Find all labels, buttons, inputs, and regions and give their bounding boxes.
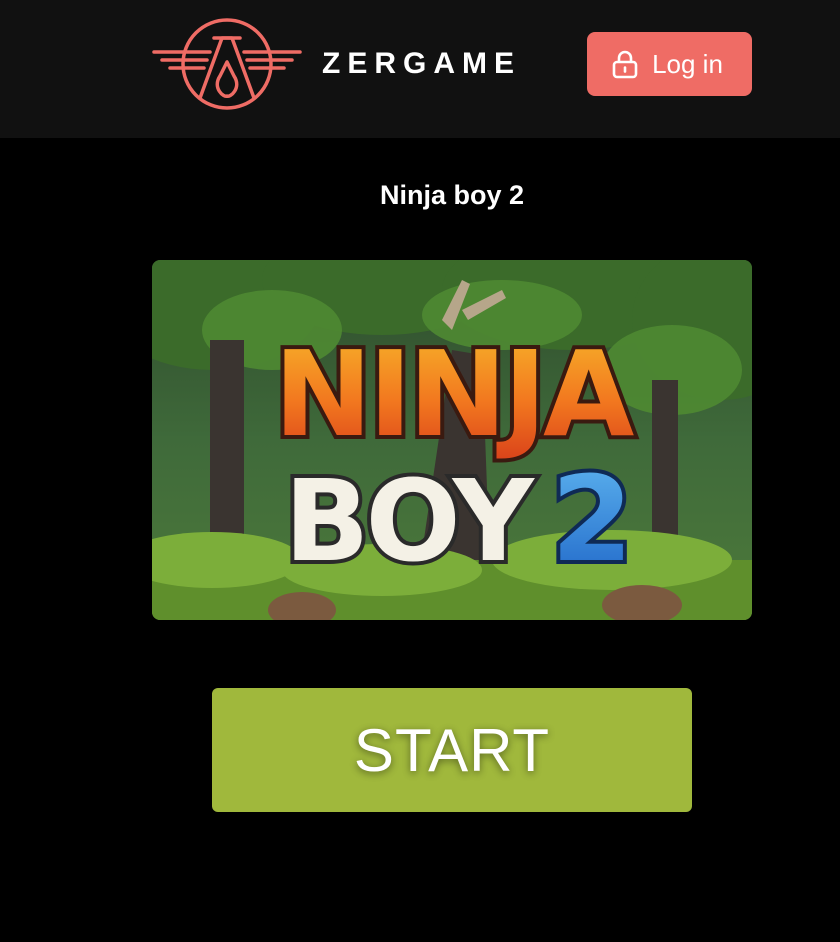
cover-title-boy: BOY [284,457,536,587]
login-label: Log in [652,48,723,79]
start-button[interactable]: START [212,688,692,812]
cover-title-ninja: NINJA [274,325,634,463]
site-header: ZERGAME Log in [0,0,840,138]
lock-icon [612,50,638,79]
game-cover-image[interactable]: NINJA BOY 2 [152,260,752,620]
login-button[interactable]: Log in [587,32,752,96]
brand-name: ZERGAME [322,47,521,80]
home-logo-link[interactable]: ZERGAME [152,16,521,112]
zergame-emblem-icon [152,18,302,110]
cover-title-number: 2 [551,450,633,588]
game-title: Ninja boy 2 [379,180,525,210]
game-cover-art: NINJA BOY 2 [152,260,752,620]
